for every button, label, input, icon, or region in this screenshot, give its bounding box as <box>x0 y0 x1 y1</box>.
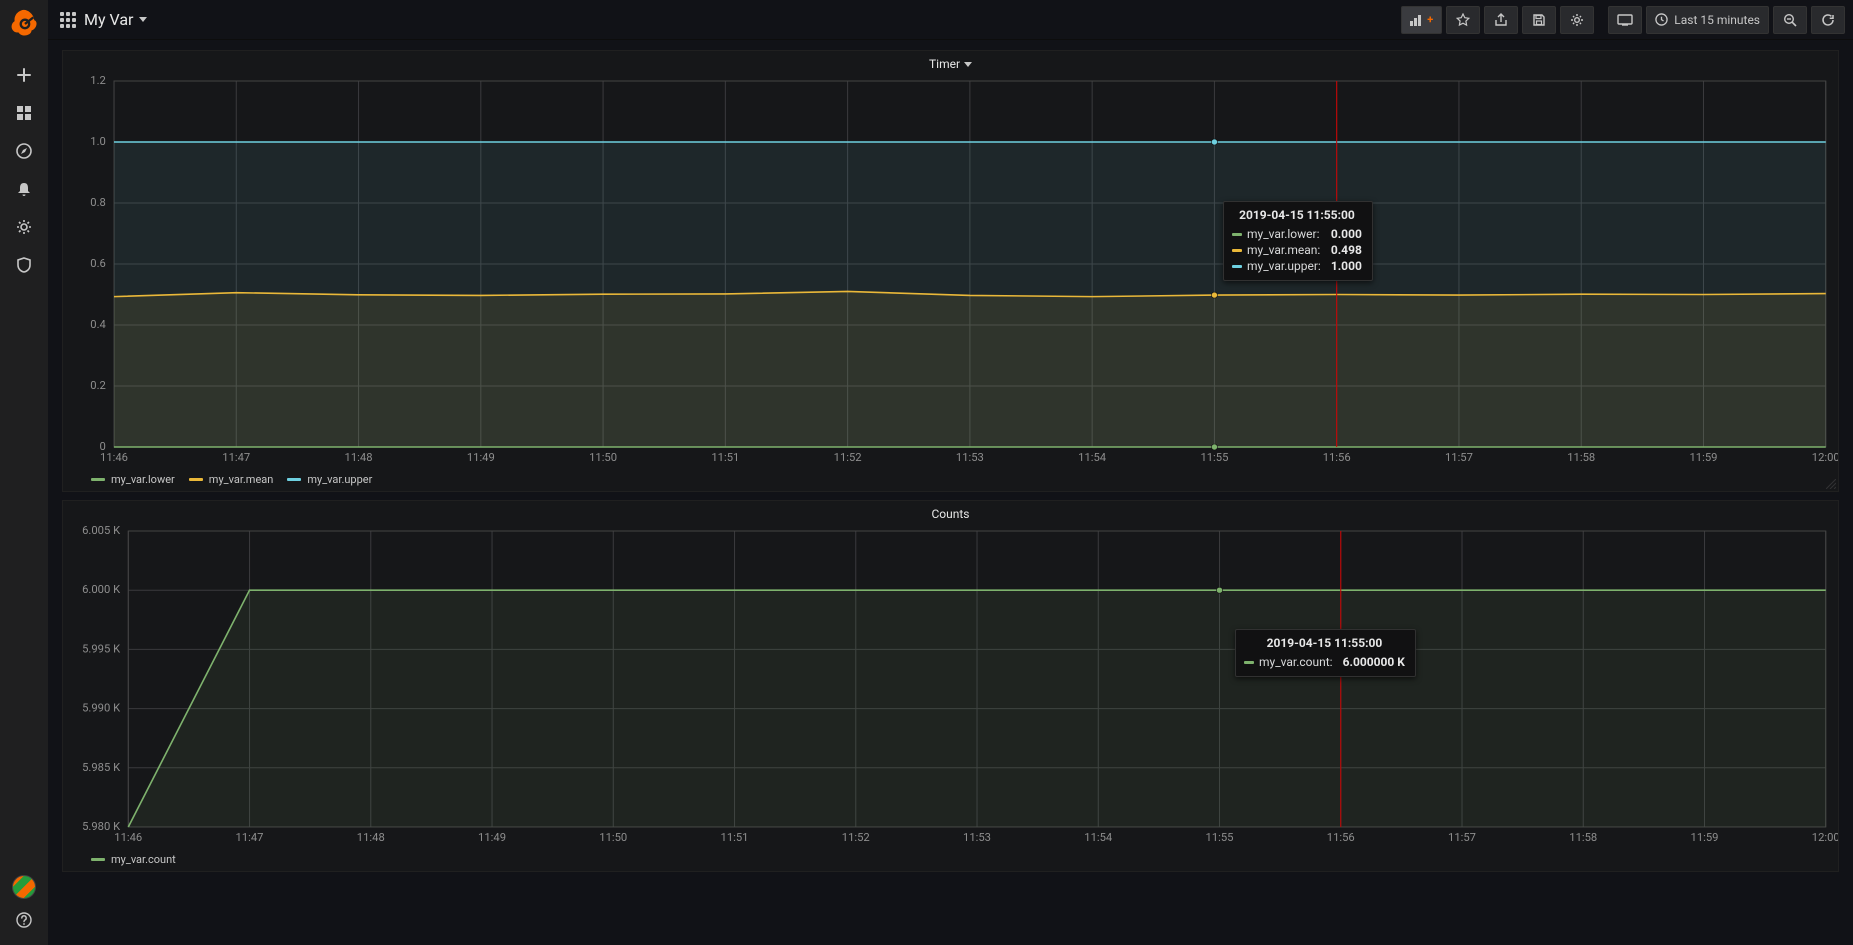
legend-item-mean[interactable]: my_var.mean <box>189 473 274 486</box>
svg-text:5.985 K: 5.985 K <box>82 761 120 774</box>
panel-timer-legend: my_var.lower my_var.mean my_var.upper <box>63 471 1838 492</box>
svg-text:1.0: 1.0 <box>90 135 106 148</box>
svg-text:11:55: 11:55 <box>1200 451 1228 464</box>
server-admin-icon[interactable] <box>0 246 48 284</box>
svg-text:11:56: 11:56 <box>1327 831 1355 844</box>
dashboard-grid-icon[interactable] <box>60 12 76 28</box>
panel-timer: Timer 00.20.40.60.81.01.211:4611:4711:48… <box>62 50 1839 492</box>
svg-text:11:59: 11:59 <box>1690 451 1718 464</box>
svg-text:11:47: 11:47 <box>236 831 264 844</box>
svg-text:5.995 K: 5.995 K <box>82 643 120 656</box>
resize-handle-icon[interactable] <box>1826 479 1836 489</box>
svg-text:11:48: 11:48 <box>345 451 373 464</box>
tooltip-timer: 2019-04-15 11:55:00 my_var.lower:0.000 m… <box>1223 201 1373 281</box>
chevron-down-icon <box>964 62 972 67</box>
panel-timer-title[interactable]: Timer <box>63 51 1838 71</box>
chevron-down-icon <box>139 17 147 22</box>
tooltip-counts: 2019-04-15 11:55:00 my_var.count:6.00000… <box>1235 629 1416 677</box>
svg-text:6.005 K: 6.005 K <box>82 524 120 537</box>
zoom-out-button[interactable] <box>1773 6 1807 34</box>
side-nav <box>0 0 48 945</box>
create-icon[interactable] <box>0 56 48 94</box>
svg-text:6.000 K: 6.000 K <box>82 583 120 596</box>
svg-text:12:00: 12:00 <box>1812 451 1838 464</box>
share-button[interactable] <box>1484 6 1518 34</box>
settings-button[interactable] <box>1560 6 1594 34</box>
svg-text:11:57: 11:57 <box>1448 831 1476 844</box>
svg-text:0.6: 0.6 <box>90 257 106 270</box>
save-button[interactable] <box>1522 6 1556 34</box>
time-range-button[interactable]: Last 15 minutes <box>1646 6 1769 34</box>
svg-text:11:53: 11:53 <box>963 831 991 844</box>
svg-text:11:50: 11:50 <box>599 831 627 844</box>
svg-text:11:57: 11:57 <box>1445 451 1473 464</box>
dashboard-title[interactable]: My Var <box>84 10 147 29</box>
svg-text:11:51: 11:51 <box>721 831 749 844</box>
panel-counts-legend: my_var.count <box>63 851 1838 872</box>
svg-text:11:54: 11:54 <box>1084 831 1112 844</box>
panel-counts-title[interactable]: Counts <box>63 501 1838 521</box>
add-panel-button[interactable]: + <box>1401 6 1442 34</box>
tooltip-title: 2019-04-15 11:55:00 <box>1244 636 1405 650</box>
svg-text:11:51: 11:51 <box>711 451 739 464</box>
svg-text:11:46: 11:46 <box>100 451 128 464</box>
svg-text:11:50: 11:50 <box>589 451 617 464</box>
configuration-icon[interactable] <box>0 208 48 246</box>
svg-text:5.990 K: 5.990 K <box>82 702 120 715</box>
svg-text:11:54: 11:54 <box>1078 451 1106 464</box>
svg-text:11:53: 11:53 <box>956 451 984 464</box>
svg-text:11:49: 11:49 <box>467 451 495 464</box>
svg-text:11:47: 11:47 <box>222 451 250 464</box>
legend-item-count[interactable]: my_var.count <box>91 853 176 866</box>
help-icon[interactable] <box>0 905 48 935</box>
svg-text:11:48: 11:48 <box>357 831 385 844</box>
star-button[interactable] <box>1446 6 1480 34</box>
dashboard-title-text: My Var <box>84 10 133 29</box>
clock-icon <box>1655 13 1668 26</box>
main: My Var + Last 15 minutes Tim <box>48 0 1853 945</box>
svg-text:11:58: 11:58 <box>1569 831 1597 844</box>
svg-text:11:49: 11:49 <box>478 831 506 844</box>
svg-text:1.2: 1.2 <box>90 74 106 87</box>
svg-text:11:56: 11:56 <box>1323 451 1351 464</box>
svg-text:11:46: 11:46 <box>114 831 142 844</box>
panel-counts-chart[interactable]: 5.980 K5.985 K5.990 K5.995 K6.000 K6.005… <box>63 521 1838 851</box>
svg-text:11:58: 11:58 <box>1567 451 1595 464</box>
legend-item-lower[interactable]: my_var.lower <box>91 473 175 486</box>
svg-text:11:59: 11:59 <box>1691 831 1719 844</box>
grafana-logo-icon[interactable] <box>9 8 39 38</box>
svg-text:0.2: 0.2 <box>90 379 106 392</box>
svg-text:11:52: 11:52 <box>842 831 870 844</box>
legend-item-upper[interactable]: my_var.upper <box>287 473 372 486</box>
alerting-icon[interactable] <box>0 170 48 208</box>
explore-icon[interactable] <box>0 132 48 170</box>
dashboards-icon[interactable] <box>0 94 48 132</box>
svg-text:12:00: 12:00 <box>1812 831 1838 844</box>
svg-text:0.8: 0.8 <box>90 196 106 209</box>
user-avatar[interactable] <box>12 875 36 899</box>
cycle-view-button[interactable] <box>1608 6 1642 34</box>
svg-text:11:55: 11:55 <box>1206 831 1234 844</box>
svg-text:11:52: 11:52 <box>834 451 862 464</box>
panel-timer-chart[interactable]: 00.20.40.60.81.01.211:4611:4711:4811:491… <box>63 71 1838 471</box>
time-range-label: Last 15 minutes <box>1674 13 1760 27</box>
topbar: My Var + Last 15 minutes <box>48 0 1853 40</box>
svg-text:0.4: 0.4 <box>90 318 106 331</box>
tooltip-title: 2019-04-15 11:55:00 <box>1232 208 1362 222</box>
panel-counts: Counts 5.980 K5.985 K5.990 K5.995 K6.000… <box>62 500 1839 872</box>
refresh-button[interactable] <box>1811 6 1845 34</box>
